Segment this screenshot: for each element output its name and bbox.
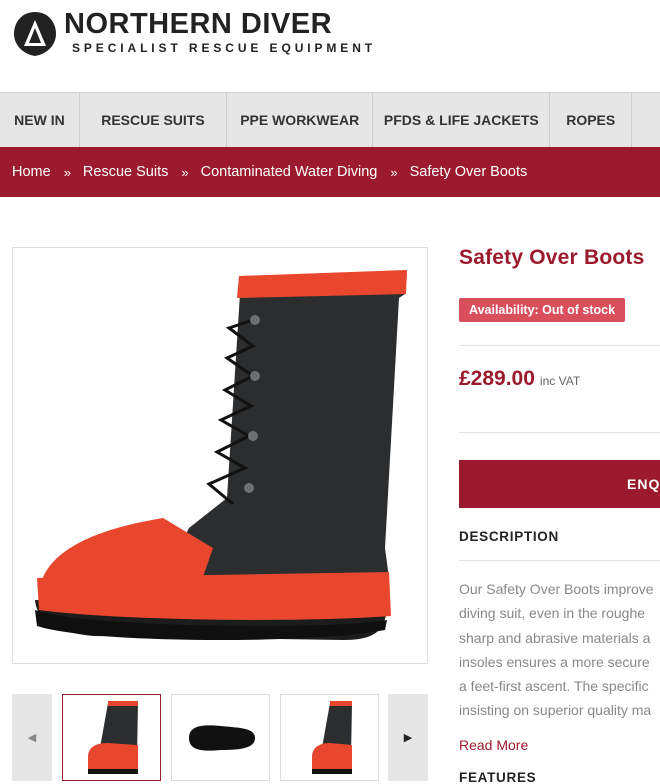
product-price: £289.00 <box>459 367 535 390</box>
breadcrumb-separator: » <box>63 164 71 180</box>
product-title: Safety Over Boots <box>459 246 645 269</box>
northern-diver-logo-icon <box>14 12 56 56</box>
nav-item-rescue-suits[interactable]: RESCUE SUITS <box>78 93 226 147</box>
description-heading: DESCRIPTION <box>459 529 559 544</box>
brand-tagline: SPECIALIST RESCUE EQUIPMENT <box>72 41 376 55</box>
enquire-button[interactable]: ENQUIRE <box>459 460 660 508</box>
nav-item-pfds-life-jackets[interactable]: PFDS & LIFE JACKETS <box>372 93 549 147</box>
boot-side-thumbnail <box>87 700 138 774</box>
divider <box>459 560 660 561</box>
read-more-link[interactable]: Read More <box>459 737 528 753</box>
product-description: Our Safety Over Boots improve diving sui… <box>459 577 660 723</box>
breadcrumb-home[interactable]: Home <box>12 164 51 180</box>
boot-pair-thumbnail <box>311 700 352 774</box>
description-line: sharp and abrasive materials a <box>459 629 651 646</box>
boot-sole-thumbnail <box>188 724 255 751</box>
gallery-thumbnail-2[interactable] <box>171 694 270 781</box>
gallery-prev-button[interactable]: ◀ <box>12 694 52 781</box>
boot-image <box>35 270 407 641</box>
main-navigation: NEW IN RESCUE SUITS PPE WORKWEAR PFDS & … <box>0 92 660 147</box>
description-line: Our Safety Over Boots improve <box>459 581 654 597</box>
site-header: NORTHERN DIVER SPECIALIST RESCUE EQUIPME… <box>0 0 660 92</box>
nav-item-ppe-workwear[interactable]: PPE WORKWEAR <box>226 93 372 147</box>
breadcrumb-separator: » <box>181 164 189 180</box>
nav-item-overflow[interactable] <box>631 93 660 147</box>
breadcrumb-current-page: Safety Over Boots <box>409 164 528 180</box>
vat-note: inc VAT <box>539 374 581 388</box>
brand-logo[interactable]: NORTHERN DIVER SPECIALIST RESCUE EQUIPME… <box>12 6 372 58</box>
gallery-thumbnail-3[interactable] <box>280 694 379 781</box>
description-line: insisting on superior quality ma <box>459 702 652 719</box>
gallery-thumbnail-1[interactable] <box>62 694 161 781</box>
breadcrumb: Home » Rescue Suits » Contaminated Water… <box>0 147 660 197</box>
breadcrumb-separator: » <box>390 164 398 180</box>
description-line: insoles ensures a more secure <box>459 653 650 670</box>
chevron-right-icon: ▶ <box>403 732 413 744</box>
brand-name: NORTHERN DIVER <box>64 8 333 40</box>
breadcrumb-rescue-suits[interactable]: Rescue Suits <box>83 164 168 180</box>
breadcrumb-contaminated-water-diving[interactable]: Contaminated Water Diving <box>201 164 378 180</box>
chevron-left-icon: ◀ <box>27 732 37 744</box>
description-line: diving suit, even in the roughe <box>459 605 646 622</box>
divider <box>459 432 660 433</box>
product-main-image[interactable] <box>12 247 428 664</box>
availability-badge: Availability: Out of stock <box>459 298 626 322</box>
divider <box>459 345 660 346</box>
features-heading: FEATURES <box>459 770 537 784</box>
gallery-next-button[interactable]: ▶ <box>388 694 428 781</box>
description-line: a feet-first ascent. The specific <box>459 678 649 695</box>
nav-item-new-in[interactable]: NEW IN <box>0 93 79 147</box>
nav-item-ropes[interactable]: ROPES <box>549 93 631 147</box>
price-row: £289.00 inc VAT <box>459 367 580 391</box>
